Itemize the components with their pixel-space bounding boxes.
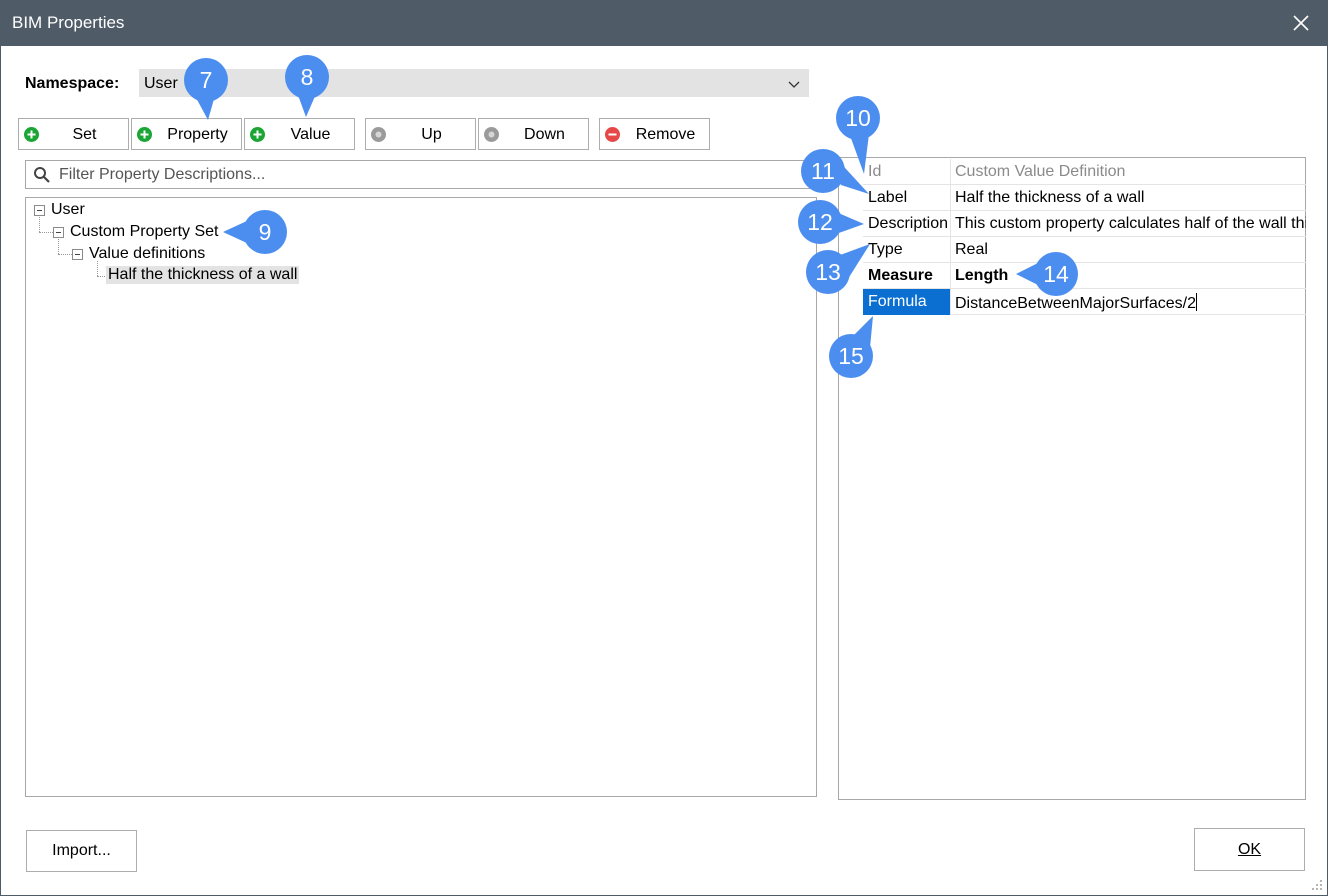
tree-connector [97,261,98,276]
ok-button[interactable]: OK [1194,828,1305,871]
collapse-icon[interactable] [72,249,83,260]
filter-box [25,160,818,189]
resize-grip-icon[interactable] [1310,878,1324,892]
tree-connector [58,254,72,255]
tree-connector [58,239,59,254]
callout-9: 9 [223,210,287,254]
arrow-down-icon [484,127,499,142]
remove-button[interactable]: Remove [599,118,710,150]
collapse-icon[interactable] [53,227,64,238]
add-icon [250,127,265,142]
grid-name: Label [863,185,951,211]
tree-connector [39,232,53,233]
formula-input[interactable]: DistanceBetweenMajorSurfaces/2 [951,289,1306,315]
callout-13: 13 [806,244,870,294]
add-value-button[interactable]: Value [244,118,355,150]
tree-node-user[interactable]: User [51,201,85,219]
grid-row-type[interactable]: Type Real [863,237,1306,263]
grid-row-description[interactable]: Description This custom property calcula… [863,211,1306,237]
text-cursor [1196,293,1198,311]
grid-value: Custom Value Definition [955,163,1126,180]
callout-15: 15 [829,316,873,378]
grid-row-label[interactable]: Label Half the thickness of a wall [863,185,1306,211]
property-tree: User Custom Property Set Value definitio… [25,197,817,797]
grid-value[interactable]: Length [951,263,1306,289]
import-button[interactable]: Import... [26,830,137,872]
tree-node-selected-value[interactable]: Half the thickness of a wall [106,266,300,284]
callout-12: 12 [798,200,864,244]
namespace-value: User [144,75,178,92]
filter-input[interactable] [59,164,799,186]
callout-11: 11 [801,149,869,194]
tree-node-value-definitions[interactable]: Value definitions [89,245,205,263]
grid-row-measure[interactable]: Measure Length [863,263,1306,289]
grid-row-id: Id Custom Value Definition [863,159,1306,185]
add-property-button[interactable]: Property [131,118,242,150]
remove-icon [605,127,620,142]
namespace-select[interactable]: User [139,69,809,97]
grid-value[interactable]: This custom property calculates half of … [951,211,1306,237]
add-icon [137,127,152,142]
grid-name: Measure [863,263,951,289]
grid-row-formula[interactable]: Formula DistanceBetweenMajorSurfaces/2 [863,289,1306,315]
add-set-button[interactable]: Set [18,118,129,150]
callout-7: 7 [184,58,228,120]
grid-name: Formula [863,289,951,315]
search-icon [34,167,50,183]
close-icon[interactable] [1284,6,1318,40]
add-icon [24,127,39,142]
grid-name: Id [863,159,951,185]
collapse-icon[interactable] [34,205,45,216]
chevron-down-icon [788,81,800,88]
move-up-button[interactable]: Up [365,118,476,150]
arrow-up-icon [371,127,386,142]
grid-name: Description [863,211,951,237]
callout-8: 8 [285,55,329,117]
grid-value[interactable]: Half the thickness of a wall [951,185,1306,211]
callout-14: 14 [1016,252,1078,296]
grid-value[interactable]: Real [951,237,1306,263]
move-down-button[interactable]: Down [478,118,589,150]
title-bar: BIM Properties [0,0,1328,46]
namespace-label: Namespace: [25,75,120,92]
window-title: BIM Properties [12,13,125,32]
tree-connector [39,217,40,232]
grid-name: Type [863,237,951,263]
callout-10: 10 [836,96,880,174]
tree-node-custom-property-set[interactable]: Custom Property Set [70,223,219,241]
